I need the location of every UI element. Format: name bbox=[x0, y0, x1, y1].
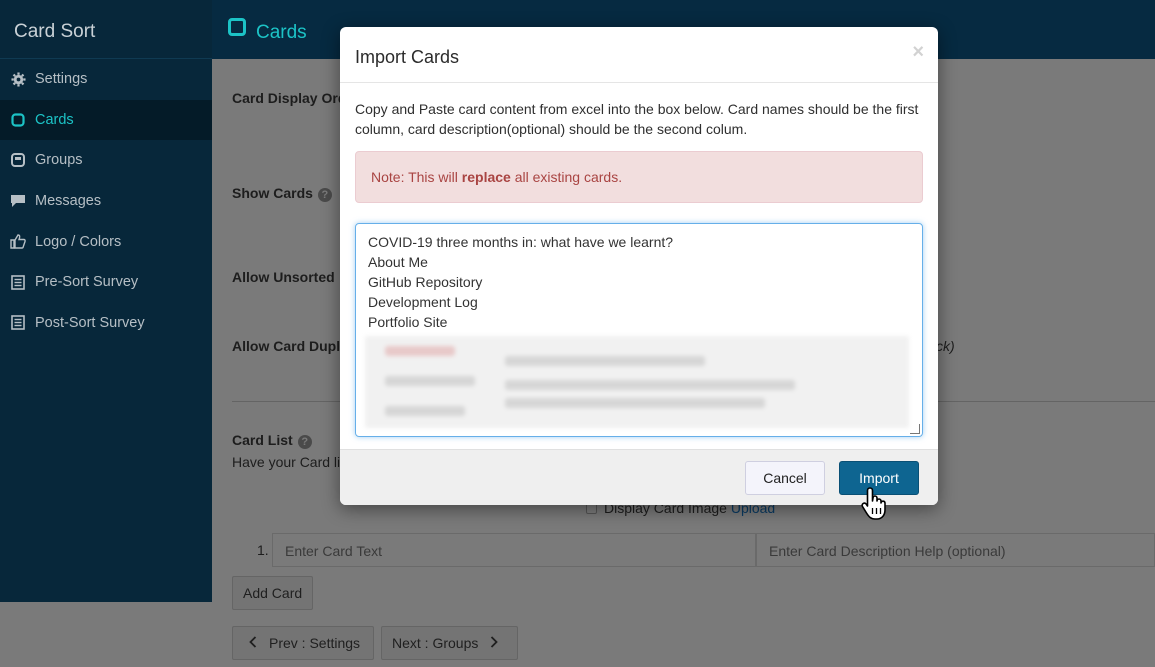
card-list-label: Card List? bbox=[232, 432, 312, 449]
textarea-line: GitHub Repository bbox=[368, 274, 483, 290]
sidebar-item-label: Pre-Sort Survey bbox=[35, 274, 139, 291]
sidebar-item-groups[interactable]: Groups bbox=[0, 140, 212, 181]
show-cards-label: Show Cards? bbox=[232, 185, 332, 202]
card-text-input[interactable]: Enter Card Text bbox=[272, 533, 756, 567]
hand-cursor-icon bbox=[860, 486, 892, 522]
allow-card-duplicates-label: Allow Card Dupl bbox=[232, 338, 341, 354]
page-background bbox=[0, 602, 212, 667]
import-textarea[interactable]: COVID-19 three months in: what have we l… bbox=[355, 223, 923, 437]
sidebar-item-label: Groups bbox=[35, 152, 83, 169]
sidebar-item-pre-sort-survey[interactable]: Pre-Sort Survey bbox=[0, 262, 212, 303]
speech-bubble-icon bbox=[10, 193, 26, 209]
sidebar-item-label: Settings bbox=[35, 71, 88, 88]
cancel-button[interactable]: Cancel bbox=[745, 461, 825, 495]
modal-description: Copy and Paste card content from excel i… bbox=[355, 101, 919, 137]
replace-warning-alert: Note: This will replace all existing car… bbox=[355, 151, 923, 203]
allow-card-duplicates-note: ck) bbox=[936, 338, 955, 354]
sidebar-item-label: Logo / Colors bbox=[35, 233, 122, 250]
resize-handle-icon[interactable] bbox=[910, 424, 920, 434]
import-cards-modal: Import Cards × Copy and Paste card conte… bbox=[340, 27, 938, 505]
chevron-left-icon bbox=[249, 635, 257, 651]
help-icon[interactable]: ? bbox=[297, 435, 312, 449]
window-icon bbox=[10, 152, 26, 168]
modal-header: Import Cards × bbox=[340, 27, 938, 83]
sidebar-item-cards[interactable]: Cards bbox=[0, 99, 212, 141]
textarea-line: COVID-19 three months in: what have we l… bbox=[368, 234, 674, 250]
modal-title: Import Cards bbox=[355, 47, 460, 67]
row-number: 1. bbox=[257, 542, 269, 558]
card-list-label-text: Card List bbox=[232, 432, 293, 448]
modal-body: Copy and Paste card content from excel i… bbox=[340, 83, 938, 437]
sidebar: Card Sort Settings Cards Groups Messages… bbox=[0, 0, 212, 602]
page-title: Cards bbox=[256, 21, 307, 43]
sidebar-item-logo-colors[interactable]: Logo / Colors bbox=[0, 221, 212, 262]
prev-settings-label: Prev : Settings bbox=[269, 635, 361, 651]
add-card-button[interactable]: Add Card bbox=[232, 576, 314, 610]
next-groups-label: Next : Groups bbox=[392, 635, 479, 651]
gear-icon bbox=[10, 71, 26, 87]
next-groups-button[interactable]: Next : Groups bbox=[381, 626, 518, 660]
list-icon bbox=[10, 274, 26, 290]
chevron-right-icon bbox=[490, 635, 499, 651]
list-icon bbox=[10, 315, 26, 331]
close-icon[interactable]: × bbox=[912, 41, 924, 64]
square-icon bbox=[228, 17, 246, 36]
sidebar-item-post-sort-survey[interactable]: Post-Sort Survey bbox=[0, 303, 212, 344]
card-display-order-label: Card Display Ord bbox=[232, 90, 347, 106]
sidebar-item-label: Cards bbox=[35, 111, 74, 128]
sidebar-item-messages[interactable]: Messages bbox=[0, 181, 212, 222]
app-title: Card Sort bbox=[0, 0, 212, 59]
alert-suffix: all existing cards. bbox=[510, 169, 623, 185]
textarea-line: About Me bbox=[368, 254, 428, 270]
alert-prefix: Note: This will bbox=[371, 169, 462, 185]
sidebar-item-label: Messages bbox=[35, 193, 102, 210]
modal-footer: Cancel Import bbox=[340, 449, 938, 505]
show-cards-label-text: Show Cards bbox=[232, 185, 313, 201]
sidebar-item-label: Post-Sort Survey bbox=[35, 314, 145, 331]
alert-bold: replace bbox=[461, 169, 511, 185]
card-list-description: Have your Card li bbox=[232, 454, 341, 470]
thumbs-up-icon bbox=[10, 234, 26, 250]
sidebar-item-settings[interactable]: Settings bbox=[0, 59, 212, 100]
allow-unsorted-label: Allow Unsorted bbox=[232, 269, 335, 285]
help-icon[interactable]: ? bbox=[317, 188, 332, 202]
blurred-content bbox=[365, 336, 909, 428]
textarea-line: Development Log bbox=[368, 294, 478, 310]
prev-settings-button[interactable]: Prev : Settings bbox=[232, 626, 374, 660]
square-icon bbox=[10, 112, 26, 128]
card-description-input[interactable]: Enter Card Description Help (optional) bbox=[756, 533, 1155, 567]
textarea-line: Portfolio Site bbox=[368, 314, 448, 330]
